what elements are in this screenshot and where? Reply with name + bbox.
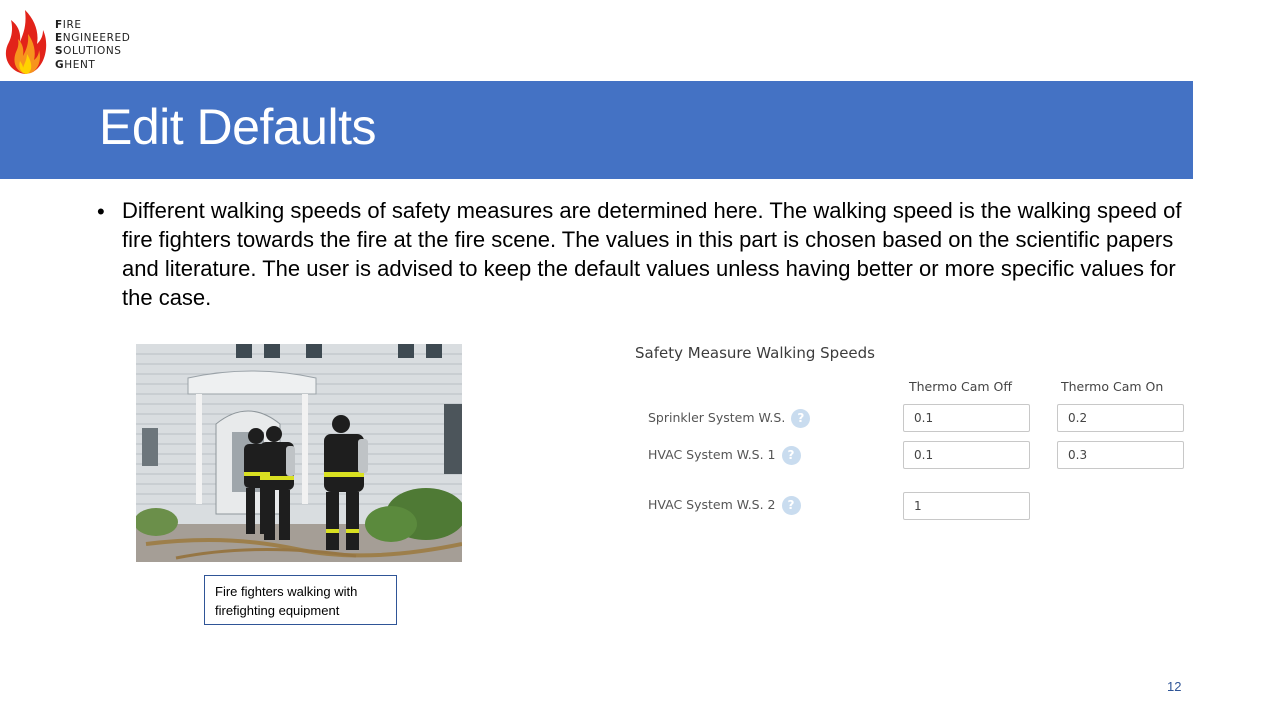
help-icon[interactable]: ?: [781, 496, 801, 515]
row-label-hvac-1: HVAC System W.S. 1?: [648, 446, 801, 465]
sprinkler-cam-off-input[interactable]: 0.1: [903, 404, 1030, 432]
help-icon[interactable]: ?: [791, 409, 811, 428]
firefighters-photo: [136, 344, 462, 562]
row-label-sprinkler: Sprinkler System W.S.?: [648, 409, 811, 428]
hvac1-cam-on-input[interactable]: 0.3: [1057, 441, 1184, 469]
page-number: 12: [1167, 679, 1182, 694]
bullet-text: Different walking speeds of safety measu…: [122, 198, 1182, 310]
row-label-text: HVAC System W.S. 2: [648, 497, 776, 512]
hvac1-cam-off-input[interactable]: 0.1: [903, 441, 1030, 469]
photo-caption: Fire fighters walking with firefighting …: [204, 575, 397, 625]
sprinkler-cam-on-input[interactable]: 0.2: [1057, 404, 1184, 432]
column-header-thermo-cam-off: Thermo Cam Off: [909, 379, 1012, 394]
row-label-hvac-2: HVAC System W.S. 2?: [648, 496, 801, 515]
company-logo: FIRE ENGINEERED SOLUTIONS GHENT: [3, 4, 143, 76]
flame-logo-icon: [5, 10, 47, 74]
row-label-text: HVAC System W.S. 1: [648, 447, 776, 462]
column-header-thermo-cam-on: Thermo Cam On: [1061, 379, 1164, 394]
form-title: Safety Measure Walking Speeds: [635, 344, 875, 362]
hvac2-cam-off-input[interactable]: 1: [903, 492, 1030, 520]
logo-wordmark: FIRE ENGINEERED SOLUTIONS GHENT: [55, 19, 131, 71]
bullet-marker: •: [97, 199, 105, 224]
row-label-text: Sprinkler System W.S.: [648, 410, 786, 425]
slide-title: Edit Defaults: [99, 99, 376, 155]
help-icon[interactable]: ?: [781, 446, 801, 465]
